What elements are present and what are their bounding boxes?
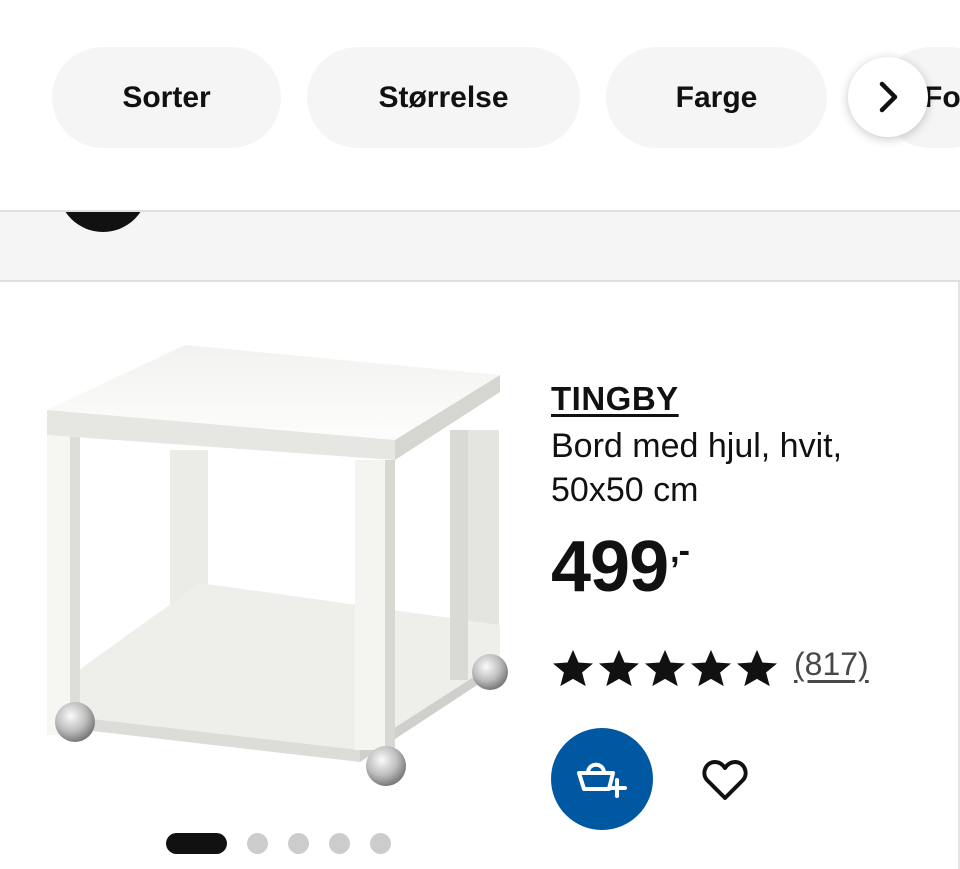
filter-bar: Sorter Størrelse Farge For [0,0,960,200]
review-count-link[interactable]: (817) [794,646,869,683]
color-filter-chip[interactable]: Farge [606,47,827,148]
carousel-dot[interactable] [329,832,350,854]
price-suffix: ,- [670,532,690,570]
rating-stars [551,648,779,688]
star-icon [645,649,685,687]
carousel-dot[interactable] [247,832,268,854]
product-image[interactable] [30,330,520,800]
star-icon [553,649,593,687]
star-icon [691,649,731,687]
star-icon [599,649,639,687]
image-carousel-indicator [166,831,391,855]
sort-filter-chip[interactable]: Sorter [52,47,281,148]
product-name-link[interactable]: TINGBY [551,380,679,418]
add-to-cart-icon [577,762,627,798]
scroll-filters-button[interactable] [848,57,928,137]
favourite-button[interactable] [690,750,760,810]
promo-banner [0,210,960,282]
product-price: 499,- [551,526,690,608]
add-to-cart-button[interactable] [551,728,653,830]
carousel-dot[interactable] [288,832,309,854]
star-icon [737,649,777,687]
banner-badge [58,212,148,232]
carousel-dot[interactable] [370,832,391,854]
chevron-right-icon [879,81,898,113]
carousel-dot-active[interactable] [166,832,227,854]
size-filter-chip[interactable]: Størrelse [307,47,580,148]
next-filter-chip-label: For [924,80,960,114]
product-description: Bord med hjul, hvit, 50x50 cm [551,427,843,509]
price-value: 499 [551,527,669,607]
heart-icon [702,760,748,800]
